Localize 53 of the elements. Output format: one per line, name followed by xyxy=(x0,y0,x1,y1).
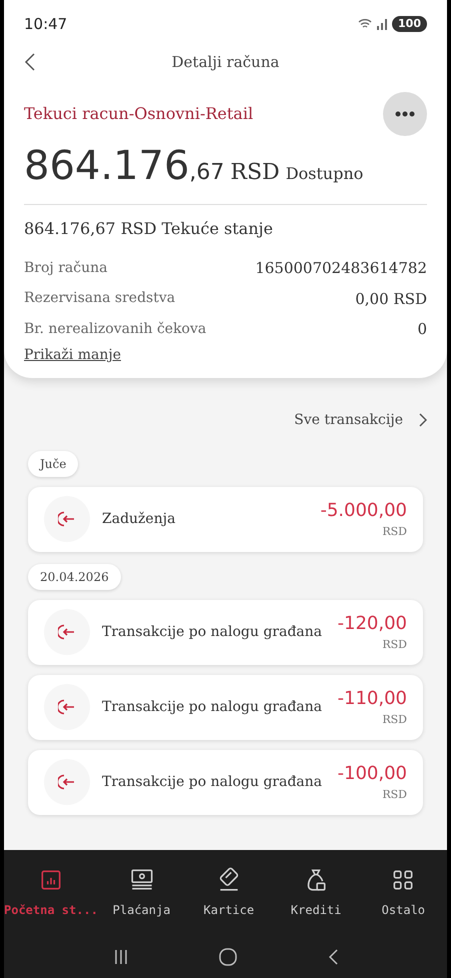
all-transactions-link[interactable]: Sve transakcije xyxy=(294,410,403,430)
back-icon[interactable] xyxy=(24,52,36,72)
outgoing-arrow-icon xyxy=(58,624,76,640)
transaction-amount: -100,00 xyxy=(338,762,407,786)
transaction-description: Transakcije po nalogu građana xyxy=(102,698,324,716)
back-icon[interactable] xyxy=(328,948,338,964)
transaction-currency: RSD xyxy=(382,712,407,728)
wifi-icon xyxy=(358,18,372,30)
page-title: Detalji računa xyxy=(172,52,280,73)
transaction-currency: RSD xyxy=(382,787,407,804)
balance-decimals: ,67 xyxy=(189,159,224,187)
detail-value: 0 xyxy=(417,319,427,340)
transaction-description: Zaduženja xyxy=(102,510,176,528)
nav-tab[interactable]: Kartice xyxy=(185,866,272,918)
status-time: 10:47 xyxy=(24,14,68,35)
date-chip: Juče xyxy=(28,450,78,476)
transaction-description: Transakcije po nalogu građana xyxy=(102,772,324,792)
transaction-description: Transakcije po nalogu građana xyxy=(102,622,324,642)
banknote-icon xyxy=(128,866,155,892)
date-chip: 20.04.2026 xyxy=(28,564,121,590)
more-icon xyxy=(395,111,415,117)
transaction-card[interactable]: Transakcije po nalogu građana -110,00 RSD xyxy=(28,674,423,740)
transaction-amount: -5.000,00 xyxy=(320,499,407,524)
outgoing-arrow-icon xyxy=(58,774,76,790)
outgoing-arrow-icon xyxy=(58,511,76,527)
transaction-card[interactable]: Transakcije po nalogu građana -100,00 RSD xyxy=(28,750,423,814)
transaction-currency: RSD xyxy=(382,637,407,654)
nav-tab[interactable]: Plaćanja xyxy=(98,866,186,918)
current-balance: 864.176,67 RSD Tekuće stanje xyxy=(24,218,274,240)
detail-value: 0,00 RSD xyxy=(355,288,427,310)
more-button[interactable] xyxy=(383,92,427,136)
account-name: Tekuci racun-Osnovni-Retail xyxy=(24,103,254,125)
detail-label: Br. nerealizovanih čekova xyxy=(24,320,206,339)
transaction-amount: -110,00 xyxy=(338,687,407,712)
outgoing-arrow-icon xyxy=(58,699,76,715)
detail-label: Broj računa xyxy=(24,258,108,278)
chevron-right-icon[interactable] xyxy=(419,413,427,427)
transaction-card[interactable]: Transakcije po nalogu građana -120,00 RSD xyxy=(28,600,423,664)
nav-tab[interactable]: Ostalo xyxy=(360,866,447,918)
nav-tab[interactable]: Krediti xyxy=(272,866,360,918)
balance-whole: 864.176 xyxy=(24,142,190,191)
show-less-link[interactable]: Prikaži manje xyxy=(24,344,121,366)
balance-currency: RSD xyxy=(230,159,280,187)
detail-label: Rezervisana sredstva xyxy=(24,289,176,308)
recent-apps-icon[interactable] xyxy=(114,948,128,964)
transaction-currency: RSD xyxy=(382,524,407,540)
balance-label: Dostupno xyxy=(286,163,364,185)
signal-icon xyxy=(376,18,388,30)
transaction-card[interactable]: Zaduženja -5.000,00 RSD xyxy=(28,486,423,552)
transaction-amount: -120,00 xyxy=(338,612,407,636)
battery-level: 100 xyxy=(392,16,427,32)
detail-value: 165000702483614782 xyxy=(255,258,427,279)
home-icon[interactable] xyxy=(218,948,236,966)
